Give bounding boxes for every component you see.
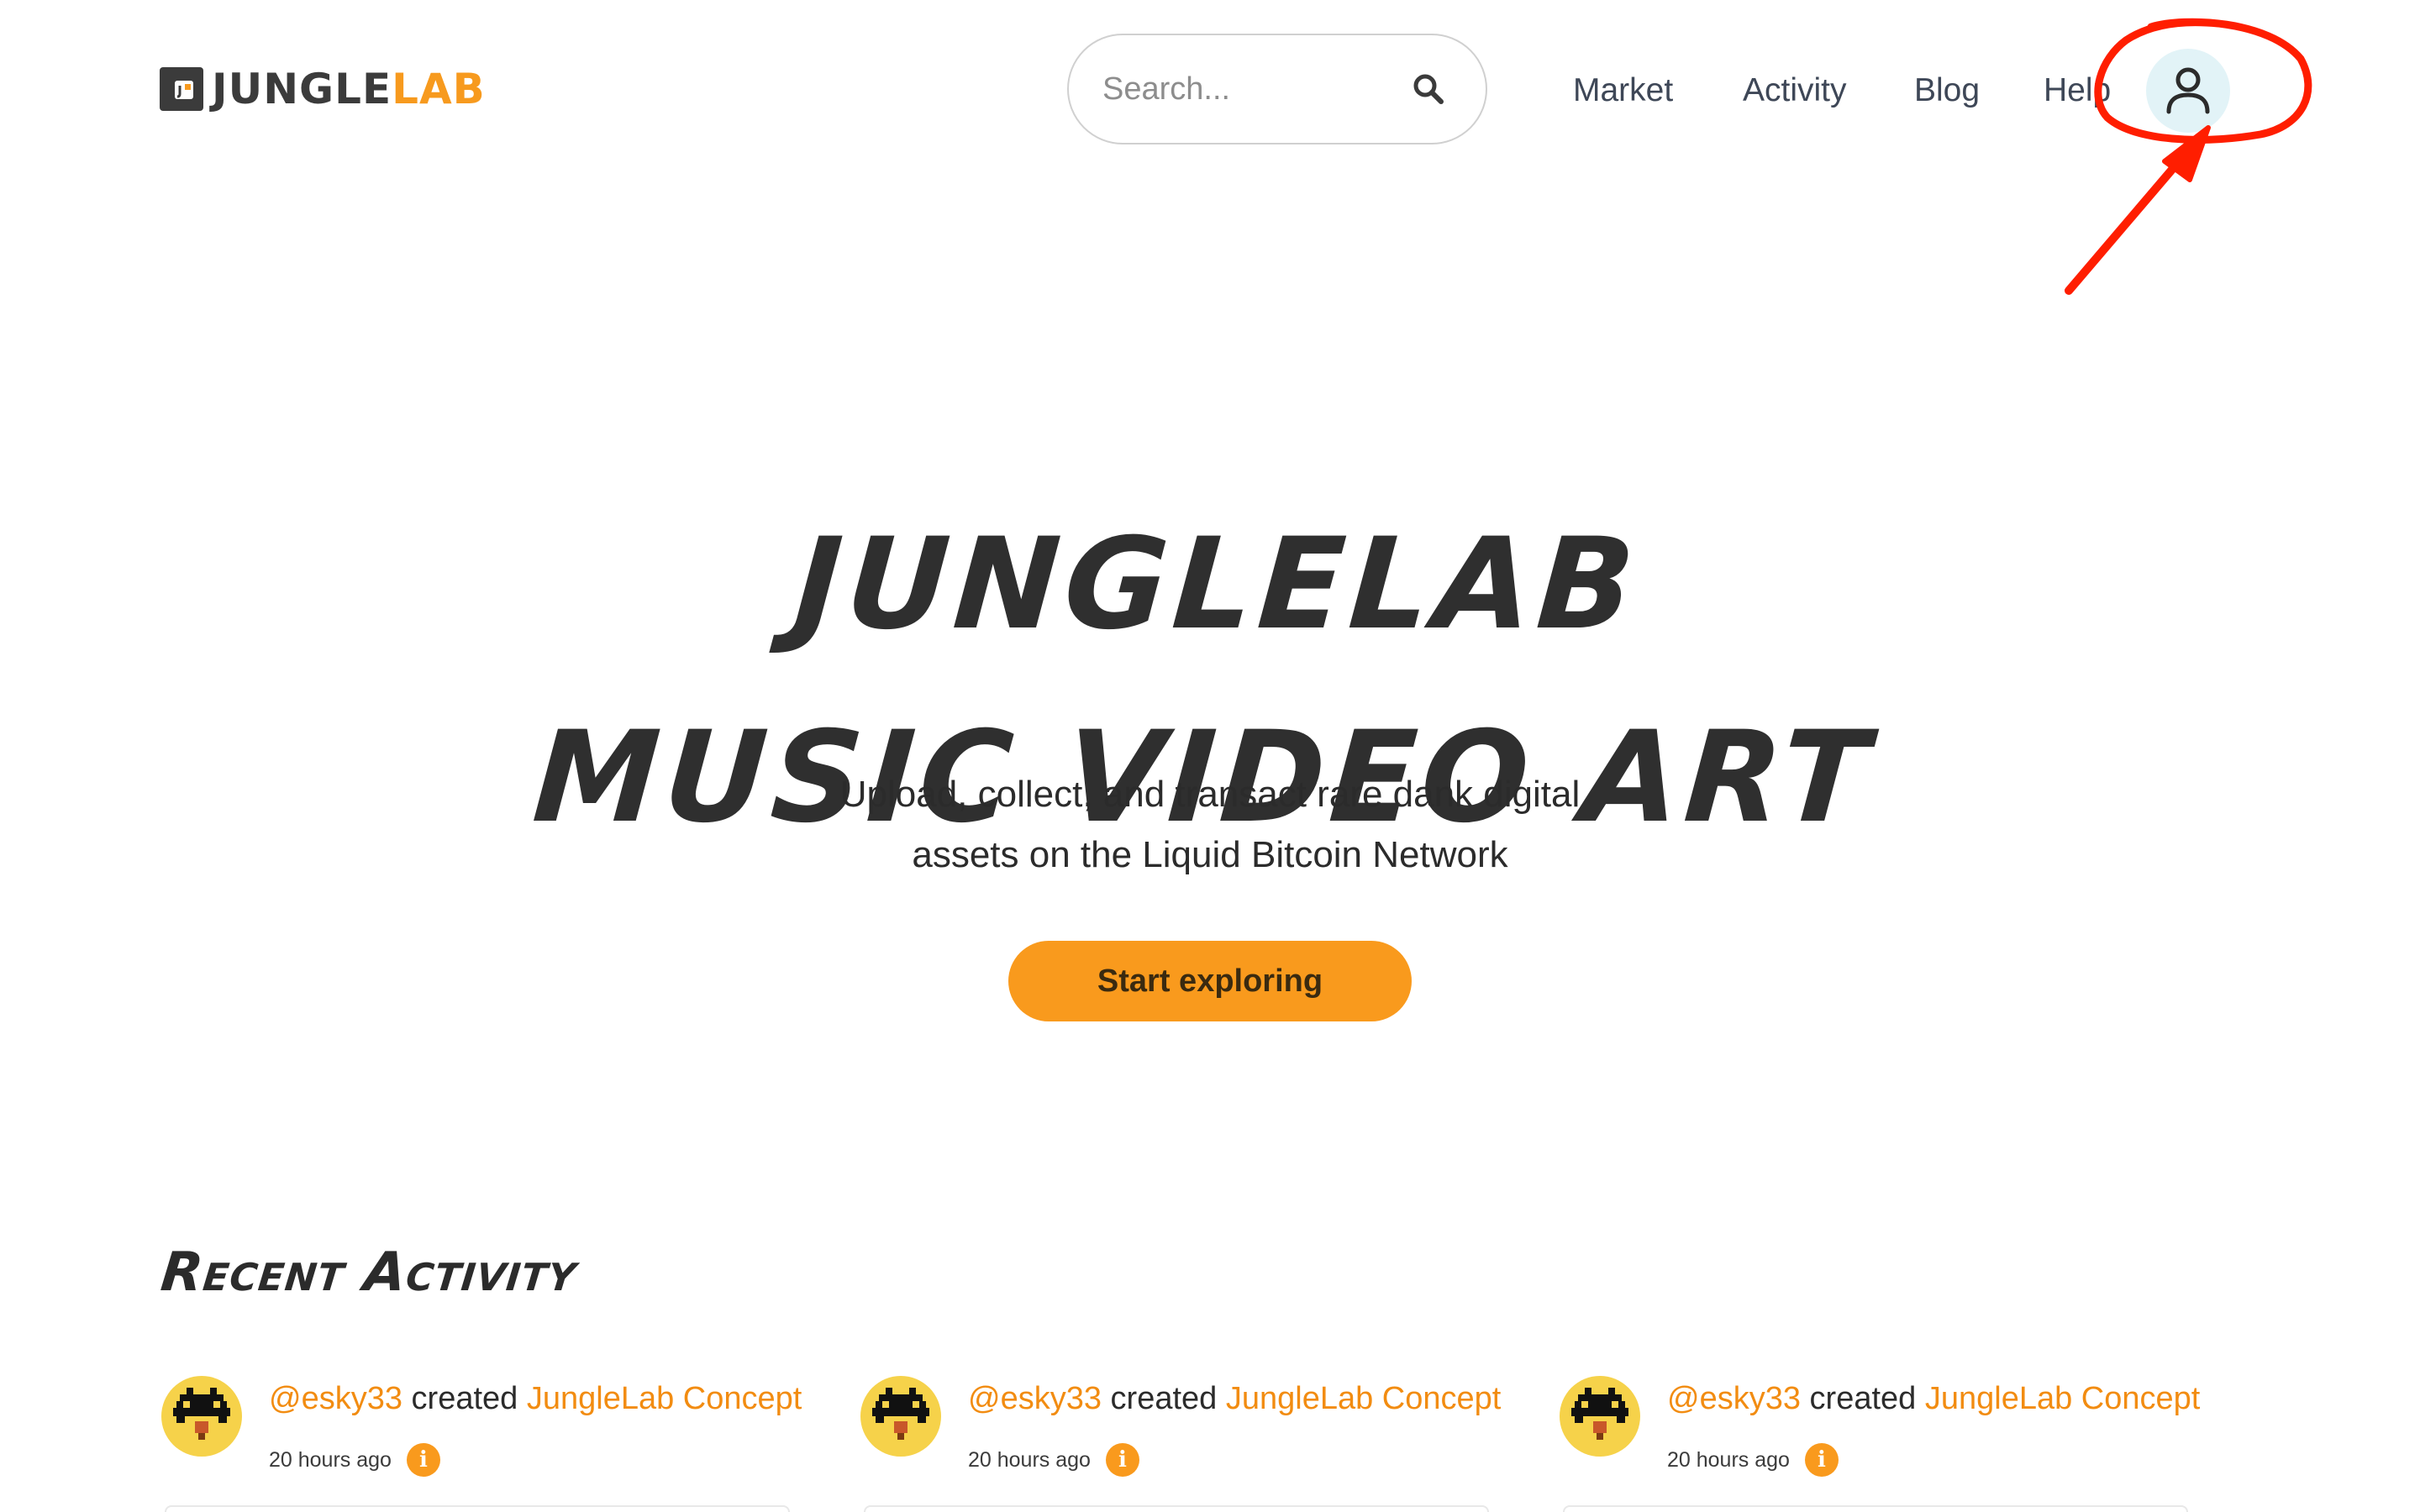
activity-text: @esky33 created JungleLab Concept bbox=[269, 1378, 802, 1420]
avatar[interactable] bbox=[860, 1376, 941, 1457]
activity-meta: 20 hours ago i bbox=[1667, 1443, 1839, 1477]
junglelab-logo-icon bbox=[160, 67, 203, 111]
hero-subtitle-line-1: Upload, collect, and transact rare dank … bbox=[839, 774, 1581, 815]
activity-item: @esky33 created JungleLab Concept 20 hou… bbox=[161, 1374, 802, 1477]
logo-text-lab: LAB bbox=[392, 65, 486, 113]
hero-subtitle: Upload, collect, and transact rare dank … bbox=[790, 764, 1630, 885]
activity-card-top-edge bbox=[864, 1505, 1489, 1512]
search-bar bbox=[1067, 34, 1487, 144]
annotation-arrow-head bbox=[2162, 125, 2211, 182]
nav-link-activity[interactable]: Activity bbox=[1743, 66, 1847, 116]
avatar[interactable] bbox=[161, 1376, 242, 1457]
info-icon[interactable]: i bbox=[1105, 1443, 1139, 1477]
activity-timestamp: 20 hours ago bbox=[269, 1447, 392, 1472]
pixel-invader-icon bbox=[1571, 1388, 1628, 1440]
activity-action: created bbox=[411, 1381, 518, 1416]
nav-link-market[interactable]: Market bbox=[1573, 66, 1673, 116]
activity-item-link[interactable]: JungleLab Concept bbox=[527, 1381, 802, 1416]
activity-user-link[interactable]: @esky33 bbox=[1667, 1381, 1801, 1416]
activity-text: @esky33 created JungleLab Concept bbox=[968, 1378, 1501, 1420]
info-icon[interactable]: i bbox=[1804, 1443, 1839, 1477]
hero-subtitle-line-2: assets on the Liquid Bitcoin Network bbox=[912, 834, 1508, 875]
activity-item: @esky33 created JungleLab Concept 20 hou… bbox=[860, 1374, 1501, 1477]
activity-user-link[interactable]: @esky33 bbox=[269, 1381, 402, 1416]
activity-item: @esky33 created JungleLab Concept 20 hou… bbox=[1560, 1374, 2200, 1477]
activity-item-link[interactable]: JungleLab Concept bbox=[1925, 1381, 2200, 1416]
start-exploring-button[interactable]: Start exploring bbox=[1008, 941, 1412, 1021]
search-input[interactable] bbox=[1101, 70, 1412, 108]
annotation-arrow-shaft bbox=[2065, 139, 2199, 295]
info-icon[interactable]: i bbox=[406, 1443, 440, 1477]
nav-link-blog[interactable]: Blog bbox=[1914, 66, 1980, 116]
activity-action: created bbox=[1110, 1381, 1218, 1416]
activity-meta: 20 hours ago i bbox=[968, 1443, 1139, 1477]
activity-action: created bbox=[1809, 1381, 1917, 1416]
activity-meta: 20 hours ago i bbox=[269, 1443, 440, 1477]
pixel-invader-icon bbox=[173, 1388, 230, 1440]
user-icon bbox=[2166, 67, 2210, 114]
logo-text: JUNGLELAB bbox=[212, 66, 486, 113]
logo-link[interactable]: JUNGLELAB bbox=[160, 66, 486, 113]
activity-text: @esky33 created JungleLab Concept bbox=[1667, 1378, 2200, 1420]
activity-timestamp: 20 hours ago bbox=[1667, 1447, 1790, 1472]
avatar[interactable] bbox=[1560, 1376, 1640, 1457]
activity-user-link[interactable]: @esky33 bbox=[968, 1381, 1102, 1416]
activity-card-top-edge bbox=[165, 1505, 790, 1512]
recent-activity-title: Recent Activity bbox=[158, 1242, 581, 1304]
nav-link-help[interactable]: Help bbox=[2044, 66, 2111, 116]
activity-item-link[interactable]: JungleLab Concept bbox=[1226, 1381, 1501, 1416]
pixel-invader-icon bbox=[872, 1388, 929, 1440]
hero-title-line-1: JungleLab bbox=[789, 511, 1644, 658]
activity-timestamp: 20 hours ago bbox=[968, 1447, 1091, 1472]
activity-card-top-edge bbox=[1563, 1505, 2188, 1512]
logo-text-jungle: JUNGLE bbox=[212, 65, 392, 113]
search-icon[interactable] bbox=[1412, 72, 1445, 106]
account-button[interactable] bbox=[2146, 49, 2230, 133]
